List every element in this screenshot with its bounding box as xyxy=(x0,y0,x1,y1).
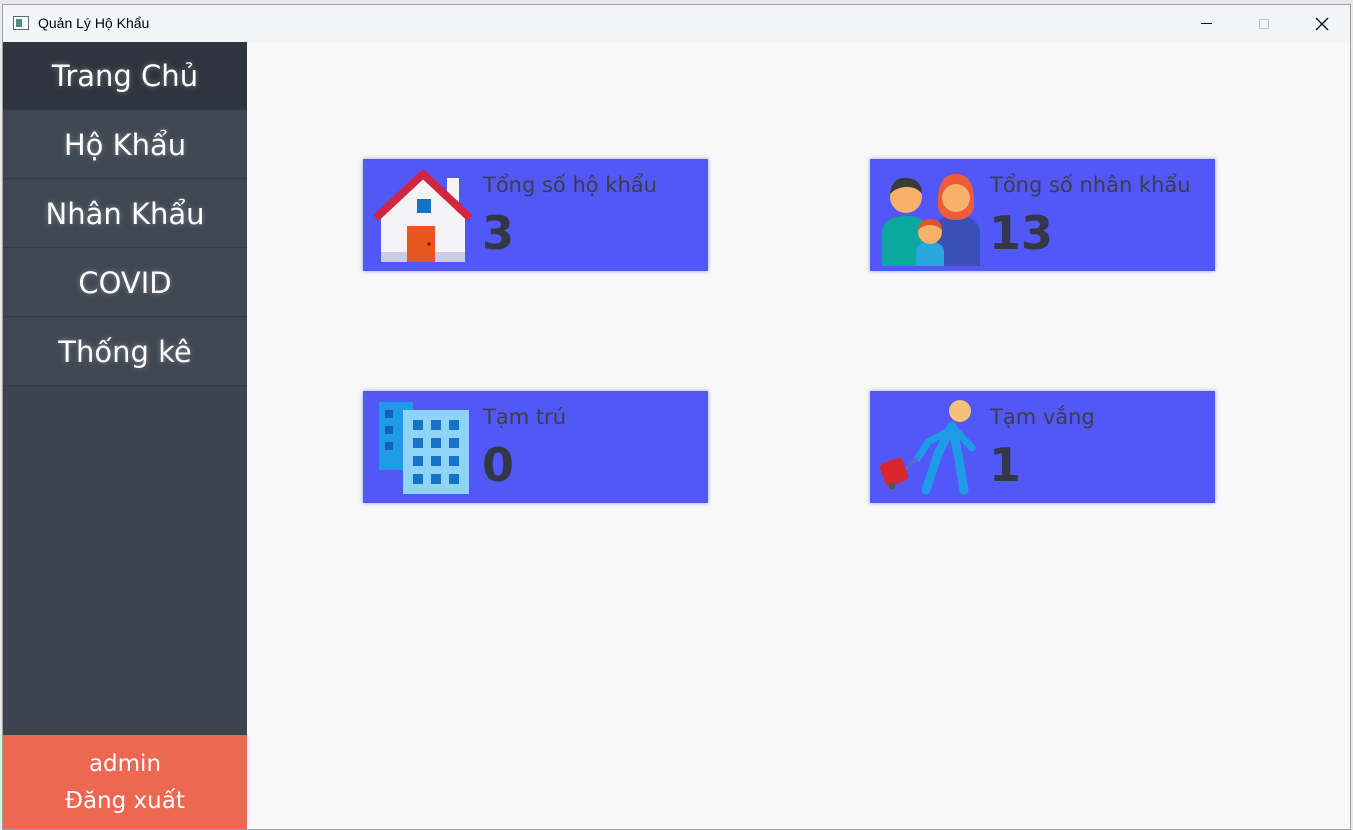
sidebar-item-nhan-khau[interactable]: Nhân Khẩu xyxy=(3,180,247,248)
app-window: Quản Lý Hộ Khẩu Trang Chủ Hộ Khẩu Nhân K… xyxy=(2,4,1351,830)
card-label: Tạm trú xyxy=(483,405,567,429)
building-icon xyxy=(379,402,469,494)
card-label: Tạm vắng xyxy=(990,405,1095,429)
close-icon xyxy=(1315,17,1329,30)
sidebar-item-ho-khau[interactable]: Hộ Khẩu xyxy=(3,111,247,179)
card-label: Tổng số hộ khẩu xyxy=(483,173,657,197)
card-value: 13 xyxy=(989,206,1054,260)
logout-button[interactable]: Đăng xuất xyxy=(3,788,247,814)
sidebar-item-label: Trang Chủ xyxy=(51,58,199,93)
sidebar-item-covid[interactable]: COVID xyxy=(3,249,247,317)
households-card[interactable]: Tổng số hộ khẩu 3 xyxy=(363,159,708,271)
card-value: 3 xyxy=(482,206,515,260)
close-button[interactable] xyxy=(1293,5,1351,42)
dashboard-content: Tổng số hộ khẩu 3 Tổng số nhân khẩu 13 T… xyxy=(247,42,1350,829)
sidebar-item-label: Thống kê xyxy=(58,334,192,369)
maximize-button[interactable] xyxy=(1235,5,1293,42)
sidebar-item-thong-ke[interactable]: Thống kê xyxy=(3,318,247,386)
sidebar: Trang Chủ Hộ Khẩu Nhân Khẩu COVID Thống … xyxy=(3,42,247,829)
card-value: 1 xyxy=(989,438,1022,492)
temporary-residence-card[interactable]: Tạm trú 0 xyxy=(363,391,708,503)
sidebar-item-label: Nhân Khẩu xyxy=(45,196,205,231)
sidebar-item-label: COVID xyxy=(78,265,172,300)
minimize-button[interactable] xyxy=(1177,5,1235,42)
window-title: Quản Lý Hộ Khẩu xyxy=(38,15,150,31)
family-icon xyxy=(882,174,980,266)
sidebar-item-trang-chu[interactable]: Trang Chủ xyxy=(3,42,247,110)
card-label: Tổng số nhân khẩu xyxy=(990,173,1191,197)
minimize-icon xyxy=(1200,23,1212,24)
title-bar: Quản Lý Hộ Khẩu xyxy=(3,5,1350,42)
house-icon xyxy=(373,170,473,262)
username-label: admin xyxy=(88,751,162,777)
card-value: 0 xyxy=(482,438,515,492)
app-icon xyxy=(13,16,29,30)
residents-card[interactable]: Tổng số nhân khẩu 13 xyxy=(870,159,1215,271)
maximize-icon xyxy=(1259,18,1269,29)
sidebar-item-label: Hộ Khẩu xyxy=(63,127,187,162)
user-panel: admin Đăng xuất xyxy=(3,735,247,829)
traveler-icon xyxy=(880,400,976,495)
temporary-absence-card[interactable]: Tạm vắng 1 xyxy=(870,391,1215,503)
